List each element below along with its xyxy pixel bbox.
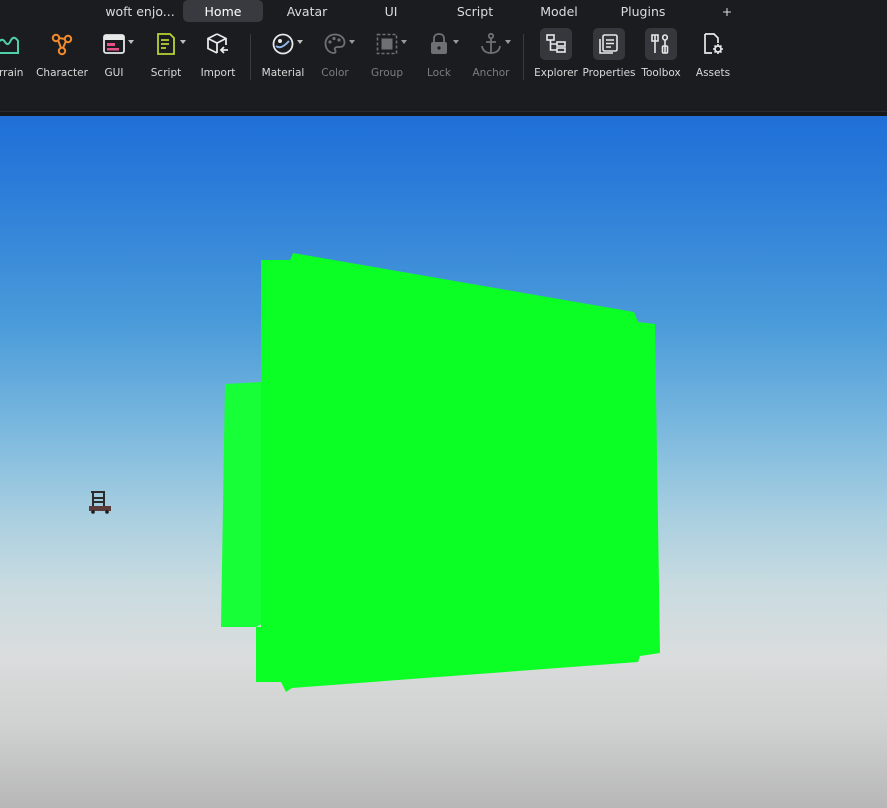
scene-canvas[interactable] xyxy=(0,116,887,808)
gui-label: GUI xyxy=(104,67,124,79)
color-icon xyxy=(319,28,351,60)
assets-tool[interactable]: Assets xyxy=(691,28,735,84)
anchor-icon xyxy=(475,28,507,60)
group-label: Group xyxy=(371,67,403,79)
character-icon xyxy=(46,28,78,60)
anchor-dropdown-caret[interactable] xyxy=(505,40,511,44)
gui-tool[interactable]: GUI xyxy=(92,28,136,84)
script-tool[interactable]: Script xyxy=(144,28,188,84)
ribbon-toolbar: errain Character GUI xyxy=(0,22,887,112)
lock-dropdown-caret[interactable] xyxy=(453,40,459,44)
character-model[interactable] xyxy=(89,491,111,514)
explorer-icon xyxy=(540,28,572,60)
gui-icon xyxy=(98,28,130,60)
explorer-tool[interactable]: Explorer xyxy=(534,28,578,84)
material-label: Material xyxy=(261,67,305,79)
tab-place-name[interactable]: woft enjo... xyxy=(100,0,180,22)
menu-bar: woft enjo... Home Avatar UI Script Model… xyxy=(0,0,887,22)
script-label: Script xyxy=(150,67,182,79)
assets-icon xyxy=(697,28,729,60)
toolbox-icon xyxy=(645,28,677,60)
anchor-label: Anchor xyxy=(472,67,510,79)
tab-model[interactable]: Model xyxy=(519,0,599,22)
script-dropdown-caret[interactable] xyxy=(180,40,186,44)
color-label: Color xyxy=(321,67,349,79)
toolbox-tool[interactable]: Toolbox xyxy=(639,28,683,84)
add-tab-button[interactable]: + xyxy=(712,0,742,22)
material-tool[interactable]: Material xyxy=(261,28,305,84)
terrain-icon xyxy=(0,28,24,60)
terrain-tool[interactable]: errain xyxy=(0,28,30,84)
ribbon-separator xyxy=(250,34,251,80)
group-dropdown-caret[interactable] xyxy=(401,40,407,44)
gui-dropdown-caret[interactable] xyxy=(128,40,134,44)
import-tool[interactable]: Import xyxy=(196,28,240,84)
script-icon xyxy=(150,28,182,60)
tab-plugins[interactable]: Plugins xyxy=(603,0,683,22)
lock-icon xyxy=(423,28,455,60)
character-tool[interactable]: Character xyxy=(36,28,88,84)
anchor-tool[interactable]: Anchor xyxy=(469,28,513,84)
import-label: Import xyxy=(200,67,236,79)
green-part-back[interactable] xyxy=(221,382,262,627)
group-icon xyxy=(371,28,403,60)
green-part-front[interactable] xyxy=(256,253,660,692)
ribbon-separator xyxy=(523,34,524,80)
properties-label: Properties xyxy=(582,67,636,79)
color-dropdown-caret[interactable] xyxy=(349,40,355,44)
explorer-label: Explorer xyxy=(534,67,578,79)
toolbox-label: Toolbox xyxy=(641,67,681,79)
color-tool[interactable]: Color xyxy=(313,28,357,84)
lock-label: Lock xyxy=(427,67,451,79)
material-dropdown-caret[interactable] xyxy=(297,40,303,44)
terrain-label: errain xyxy=(0,67,24,79)
3d-viewport[interactable] xyxy=(0,116,887,808)
import-icon xyxy=(202,28,234,60)
material-icon xyxy=(267,28,299,60)
lock-tool[interactable]: Lock xyxy=(417,28,461,84)
properties-icon xyxy=(593,28,625,60)
character-label: Character xyxy=(36,67,88,79)
tab-avatar[interactable]: Avatar xyxy=(267,0,347,22)
group-tool[interactable]: Group xyxy=(365,28,409,84)
tab-script[interactable]: Script xyxy=(435,0,515,22)
tab-ui[interactable]: UI xyxy=(351,0,431,22)
properties-tool[interactable]: Properties xyxy=(582,28,636,84)
tab-home[interactable]: Home xyxy=(183,0,263,22)
assets-label: Assets xyxy=(695,67,731,79)
